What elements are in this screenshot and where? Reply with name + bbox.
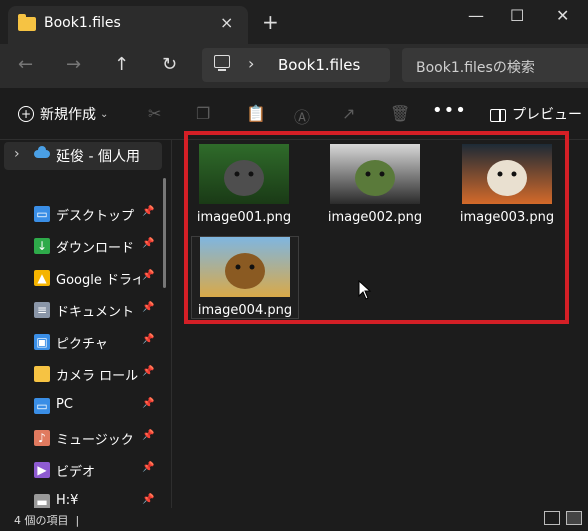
video-icon: ▶ [34,462,50,478]
share-icon[interactable]: ↗ [342,104,355,123]
more-options-button[interactable]: ••• [432,100,467,121]
pin-icon: 📌 [142,366,155,377]
thumbnail-chimpanzee [199,144,289,204]
search-placeholder: Book1.filesの検索 [416,60,535,76]
sidebar-item-label: ダウンロード [56,241,135,256]
document-icon: ≡ [34,302,50,318]
preview-pane-icon [490,108,506,122]
pin-icon: 📌 [142,206,155,217]
cut-icon[interactable]: ✂ [148,104,161,123]
sidebar-item-label: H:¥ [56,493,79,508]
file-item[interactable]: image004.png [191,236,299,319]
details-view-button[interactable] [544,511,560,525]
file-name: image003.png [459,210,555,225]
sidebar-item-label: 延俊 - 個人用 [56,149,140,165]
tab-book1-files[interactable]: Book1.files × [8,6,248,44]
sidebar-item-label: デスクトップ [56,209,135,224]
sidebar-item-google-drive[interactable]: ▲ Google ドライブ📌 [0,262,165,294]
pc-icon [214,55,230,71]
chevron-right-icon[interactable]: › [14,146,20,162]
sidebar-item-label: ビデオ [56,465,96,480]
pin-icon: 📌 [142,238,155,249]
pin-icon: 📌 [142,462,155,473]
preview-button[interactable]: プレビュー [490,104,582,124]
preview-label: プレビュー [512,107,582,123]
large-icons-view-button[interactable] [566,511,582,525]
pc-icon: ▭ [34,398,50,414]
close-window-button[interactable]: ✕ [556,6,569,25]
pin-icon: 📌 [142,430,155,441]
file-item[interactable]: image002.png [322,144,428,225]
sidebar-item-folder[interactable]: カメラ ロール 📌 [0,358,165,390]
paste-icon[interactable]: 📋 [246,104,266,123]
chevron-right-icon[interactable]: › [248,54,254,73]
file-name: image004.png [197,303,293,318]
back-button[interactable]: ← [18,54,33,75]
google-drive-icon: ▲ [34,270,50,286]
pin-icon: 📌 [142,270,155,281]
picture-icon: ▣ [34,334,50,350]
sidebar-item-pc[interactable]: ▭ PC 📌 [0,390,165,422]
sidebar-item-desktop[interactable]: ▭ デスクトップ 📌 [0,198,165,230]
mouse-cursor-icon [358,280,372,300]
cloud-icon [34,146,50,158]
sidebar-item-label: カメラ ロール [56,369,139,384]
pin-icon: 📌 [142,494,155,505]
sidebar-item-music[interactable]: ♪ ミュージック 📌 [0,422,165,454]
pin-icon: 📌 [142,302,155,313]
file-name: image001.png [196,210,292,225]
sidebar-item-label: ピクチャ [56,337,108,352]
folder-icon [18,14,36,31]
sidebar-item-label: ドキュメント [56,305,135,320]
close-tab-button[interactable]: × [220,13,233,32]
file-item[interactable]: image003.png [454,144,560,225]
address-bar[interactable]: › Book1.files [202,48,390,82]
sidebar-item-download[interactable]: ↓ ダウンロード 📌 [0,230,165,262]
sidebar-scrollbar[interactable] [163,178,166,288]
sidebar-item-label: Google ドライブ [56,273,140,288]
navigation-bar: ← → ↑ ↻ › Book1.files Book1.filesの検索 [0,44,588,88]
forward-button[interactable]: → [66,54,81,75]
folder-icon [34,366,50,382]
plus-icon: + [18,106,34,122]
sidebar-item-document[interactable]: ≡ ドキュメント 📌 [0,294,165,326]
chevron-down-icon: ⌄ [100,108,109,120]
sidebar-item-label: ミュージック [56,433,134,448]
breadcrumb-book1-files[interactable]: Book1.files [278,56,360,74]
minimize-button[interactable]: — [468,6,484,25]
copy-icon[interactable]: ❐ [196,104,210,123]
sidebar-item-label: PC [56,397,73,412]
pin-icon: 📌 [142,398,155,409]
item-count: 4 個の項目 | [14,514,80,527]
up-button[interactable]: ↑ [114,54,129,75]
sidebar-item-onedrive[interactable]: › 延俊 - 個人用 [4,142,162,170]
thumbnail-panda [330,144,420,204]
status-bar: 4 個の項目 | [0,508,588,531]
thumbnail-fox [462,144,552,204]
desktop-icon: ▭ [34,206,50,222]
file-view: image001.png image002.png image003.png imag… [172,131,588,508]
tab-title: Book1.files [44,15,121,31]
sidebar-item-picture[interactable]: ▣ ピクチャ 📌 [0,326,165,358]
delete-icon[interactable]: 🗑 [390,104,410,123]
file-item[interactable]: image001.png [191,144,297,225]
new-button[interactable]: + 新規作成 ⌄ [18,104,108,124]
search-box[interactable]: Book1.filesの検索 [402,48,588,82]
pin-icon: 📌 [142,334,155,345]
navigation-pane: › 延俊 - 個人用 ▭デスクトップ📌↓ダウンロード📌▲Google ドライブ📌… [0,140,172,510]
thumbnail-lion [200,237,290,297]
sidebar-item-video[interactable]: ▶ ビデオ 📌 [0,454,165,486]
maximize-button[interactable]: ☐ [510,6,524,25]
title-bar: Book1.files × + — ☐ ✕ [0,0,588,44]
download-icon: ↓ [34,238,50,254]
file-name: image002.png [327,210,423,225]
rename-icon[interactable]: Ⓐ [294,104,310,128]
refresh-button[interactable]: ↻ [162,54,177,75]
music-icon: ♪ [34,430,50,446]
new-tab-button[interactable]: + [262,12,279,32]
